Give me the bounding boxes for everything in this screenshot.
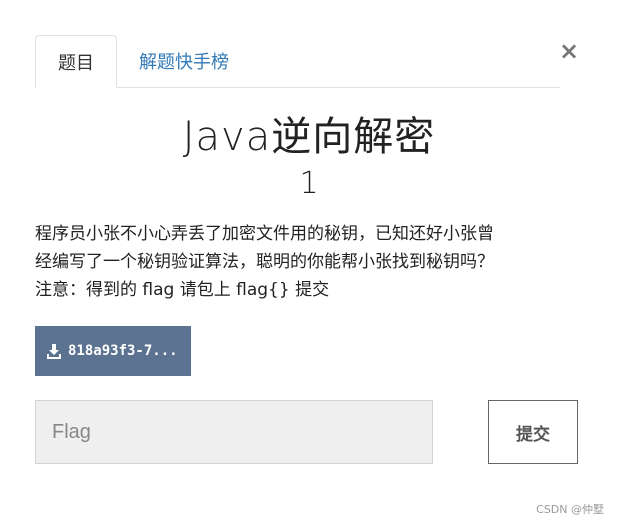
- flag-input[interactable]: [35, 400, 433, 464]
- watermark: CSDN @仲墅: [536, 503, 604, 516]
- challenge-points: 1: [299, 166, 319, 201]
- challenge-description: 程序员小张不小心弄丢了加密文件用的秘钥，已知还好小张曾 经编写了一个秘钥验证算法…: [35, 220, 583, 304]
- close-icon: ×: [558, 37, 580, 65]
- download-file-button[interactable]: 818a93f3-7...: [35, 326, 191, 376]
- description-line: 程序员小张不小心弄丢了加密文件用的秘钥，已知还好小张曾: [35, 224, 494, 244]
- challenge-title: Java逆向解密: [182, 114, 436, 160]
- submit-button[interactable]: 提交: [488, 400, 578, 464]
- download-file-label: 818a93f3-7...: [68, 343, 178, 359]
- tab-solve-ranking[interactable]: 解题快手榜: [127, 35, 247, 87]
- close-button[interactable]: ×: [556, 37, 582, 65]
- challenge-tabs: 题目 解题快手榜: [35, 35, 560, 88]
- description-line: 注意：得到的 flag 请包上 flag{} 提交: [35, 280, 330, 300]
- description-line: 经编写了一个秘钥验证算法，聪明的你能帮小张找到秘钥吗？: [35, 252, 494, 272]
- download-icon: [47, 344, 61, 359]
- tab-challenge[interactable]: 题目: [35, 35, 117, 88]
